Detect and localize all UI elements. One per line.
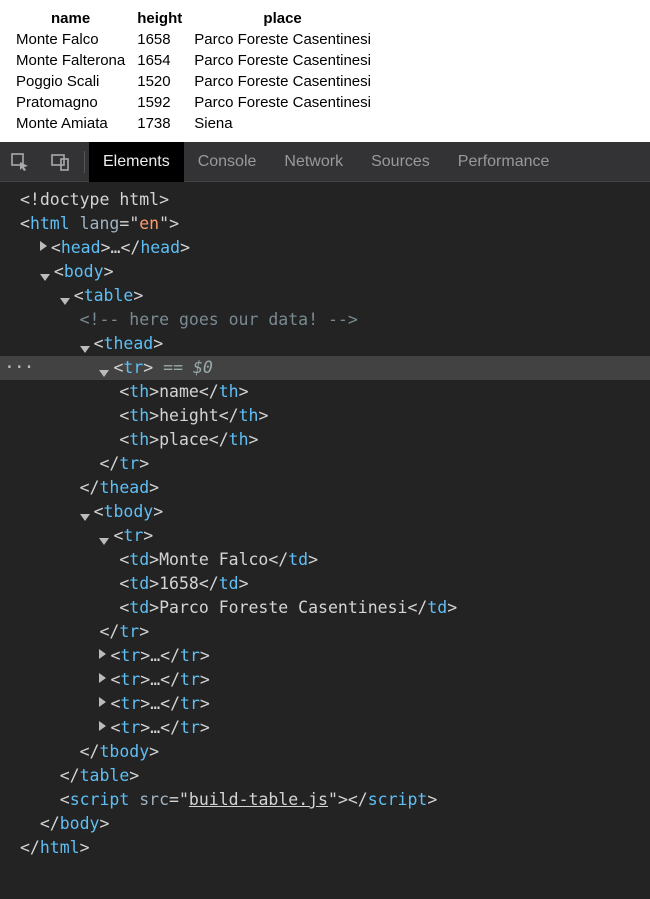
src-thead-open[interactable]: <thead>: [0, 332, 650, 356]
page-content: name height place Monte Falco1658Parco F…: [0, 0, 650, 142]
src-table-close[interactable]: </table>: [0, 764, 650, 788]
device-toggle-icon[interactable]: [40, 142, 80, 182]
table-cell: Monte Falterona: [10, 50, 131, 71]
devtools-tabbar: ElementsConsoleNetworkSourcesPerformance: [0, 142, 650, 182]
table-row: Monte Falterona1654Parco Foreste Casenti…: [10, 50, 377, 71]
elements-source-panel[interactable]: <!doctype html> <html lang="en"> <head>……: [0, 182, 650, 899]
src-tr-close[interactable]: </tr>: [0, 452, 650, 476]
table-cell: 1520: [131, 71, 188, 92]
src-tr-selected[interactable]: ··· <tr> == $0: [0, 356, 650, 380]
src-comment[interactable]: <!-- here goes our data! -->: [0, 308, 650, 332]
expand-arrow-icon[interactable]: [99, 673, 106, 683]
table-row: Poggio Scali1520Parco Foreste Casentines…: [10, 71, 377, 92]
table-cell: 1592: [131, 92, 188, 113]
src-table-open[interactable]: <table>: [0, 284, 650, 308]
expand-arrow-icon[interactable]: [99, 649, 106, 659]
src-tr-collapsed[interactable]: <tr>…</tr>: [0, 692, 650, 716]
src-th-height[interactable]: <th>height</th>: [0, 404, 650, 428]
src-td-1[interactable]: <td>Monte Falco</td>: [0, 548, 650, 572]
src-tr-close-2[interactable]: </tr>: [0, 620, 650, 644]
src-html-close[interactable]: </html>: [0, 836, 650, 860]
inspect-icon[interactable]: [0, 142, 40, 182]
src-td-3[interactable]: <td>Parco Foreste Casentinesi</td>: [0, 596, 650, 620]
src-doctype[interactable]: <!doctype html>: [0, 188, 650, 212]
th-height: height: [131, 8, 188, 29]
table-row: Monte Falco1658Parco Foreste Casentinesi: [10, 29, 377, 50]
src-tbody-open[interactable]: <tbody>: [0, 500, 650, 524]
th-place: place: [188, 8, 377, 29]
src-thead-close[interactable]: </thead>: [0, 476, 650, 500]
tab-performance[interactable]: Performance: [444, 142, 564, 182]
devtools-panel: ElementsConsoleNetworkSourcesPerformance…: [0, 142, 650, 899]
src-script[interactable]: <script src="build-table.js"></script>: [0, 788, 650, 812]
table-cell: Monte Amiata: [10, 113, 131, 134]
tab-elements[interactable]: Elements: [89, 142, 184, 182]
collapse-arrow-icon[interactable]: [40, 274, 50, 281]
src-th-name[interactable]: <th>name</th>: [0, 380, 650, 404]
collapse-arrow-icon[interactable]: [80, 346, 90, 353]
expand-arrow-icon[interactable]: [99, 721, 106, 731]
tabbar-separator: [84, 151, 85, 173]
table-header-row: name height place: [10, 8, 377, 29]
src-tr-open-2[interactable]: <tr>: [0, 524, 650, 548]
table-cell: Pratomagno: [10, 92, 131, 113]
src-html-open[interactable]: <html lang="en">: [0, 212, 650, 236]
src-tr-collapsed[interactable]: <tr>…</tr>: [0, 668, 650, 692]
tab-console[interactable]: Console: [184, 142, 271, 182]
src-body-open[interactable]: <body>: [0, 260, 650, 284]
table-cell: Monte Falco: [10, 29, 131, 50]
table-cell: Parco Foreste Casentinesi: [188, 71, 377, 92]
th-name: name: [10, 8, 131, 29]
table-cell: Parco Foreste Casentinesi: [188, 92, 377, 113]
collapse-arrow-icon[interactable]: [80, 514, 90, 521]
table-row: Pratomagno1592Parco Foreste Casentinesi: [10, 92, 377, 113]
table-row: Monte Amiata1738Siena: [10, 113, 377, 134]
collapse-arrow-icon[interactable]: [60, 298, 70, 305]
table-cell: Parco Foreste Casentinesi: [188, 29, 377, 50]
src-tr-collapsed[interactable]: <tr>…</tr>: [0, 644, 650, 668]
table-cell: Poggio Scali: [10, 71, 131, 92]
src-tr-collapsed[interactable]: <tr>…</tr>: [0, 716, 650, 740]
src-td-2[interactable]: <td>1658</td>: [0, 572, 650, 596]
collapse-arrow-icon[interactable]: [99, 370, 109, 377]
table-cell: Siena: [188, 113, 377, 134]
table-cell: 1658: [131, 29, 188, 50]
table-cell: 1738: [131, 113, 188, 134]
src-tbody-close[interactable]: </tbody>: [0, 740, 650, 764]
expand-arrow-icon[interactable]: [40, 241, 47, 251]
table-cell: Parco Foreste Casentinesi: [188, 50, 377, 71]
src-th-place[interactable]: <th>place</th>: [0, 428, 650, 452]
src-head[interactable]: <head>…</head>: [0, 236, 650, 260]
table-cell: 1654: [131, 50, 188, 71]
src-body-close[interactable]: </body>: [0, 812, 650, 836]
collapse-arrow-icon[interactable]: [99, 538, 109, 545]
gutter-dots-icon[interactable]: ···: [4, 356, 34, 380]
tab-sources[interactable]: Sources: [357, 142, 444, 182]
mountains-table: name height place Monte Falco1658Parco F…: [10, 8, 377, 134]
tab-network[interactable]: Network: [270, 142, 357, 182]
expand-arrow-icon[interactable]: [99, 697, 106, 707]
